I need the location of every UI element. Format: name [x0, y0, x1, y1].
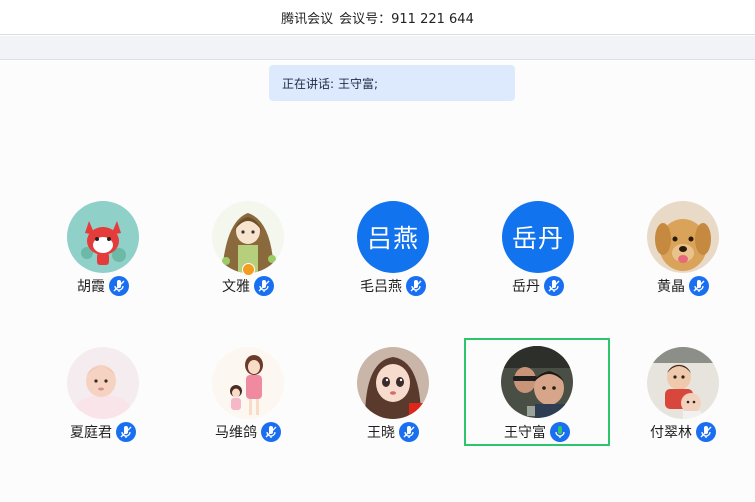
participant-name: 付翠林 [650, 425, 692, 441]
avatar-initials: 吕燕 [357, 201, 429, 273]
participant-tile[interactable]: 夏庭君 [30, 347, 176, 455]
mic-icon[interactable] [406, 276, 426, 296]
speaking-indicator: 正在讲话: 王守富; [269, 65, 515, 101]
participant-name: 文雅 [222, 279, 250, 295]
avatar-baby-photo [67, 347, 139, 419]
mic-icon[interactable] [109, 276, 129, 296]
participant-name: 黄晶 [657, 279, 685, 295]
mic-icon[interactable] [399, 422, 419, 442]
participant-tile[interactable]: 吕燕 毛吕燕 [320, 201, 466, 309]
participant-tile[interactable]: 付翠林 [610, 347, 755, 455]
host-icon [242, 263, 255, 276]
participant-tile[interactable]: 岳丹 岳丹 [465, 201, 611, 309]
participant-name: 王守富 [504, 425, 546, 441]
participant-name: 胡霞 [77, 279, 105, 295]
mic-icon[interactable] [261, 422, 281, 442]
avatar-initials: 岳丹 [502, 201, 574, 273]
app-name: 腾讯会议 [281, 11, 334, 27]
participant-name: 夏庭君 [70, 425, 112, 441]
participant-tile[interactable]: 胡霞 [30, 201, 176, 309]
participant-tile[interactable]: 王晓 [320, 347, 466, 455]
speaking-name: 王守富; [338, 76, 379, 91]
participant-name: 马维鸽 [215, 425, 257, 441]
top-toolbar [0, 36, 755, 60]
mic-icon[interactable] [254, 276, 274, 296]
participant-tile-active[interactable]: 王守富 [464, 338, 610, 446]
participant-name: 王晓 [367, 425, 395, 441]
avatar-children-photo [647, 347, 719, 419]
avatar-dog-photo [647, 201, 719, 273]
avatar-cartoon-fox [67, 201, 139, 273]
mic-icon[interactable] [116, 422, 136, 442]
participant-tile[interactable]: 马维鸽 [175, 347, 321, 455]
avatar-cartoon-mother-daughter [212, 347, 284, 419]
speaking-label: 正在讲话: [282, 76, 335, 91]
mic-icon[interactable] [689, 276, 709, 296]
mic-icon[interactable] [696, 422, 716, 442]
meeting-id[interactable]: 会议号：911 221 644 [339, 8, 474, 27]
avatar-selfie-photo [501, 346, 573, 418]
participant-name: 毛吕燕 [360, 279, 402, 295]
title-bar: 腾讯会议 会议号：911 221 644 [0, 0, 755, 35]
participant-stage: 正在讲话: 王守富; 胡霞 文雅 吕燕 毛吕燕 岳丹 岳丹 黄晶 夏庭君 马维鸽… [0, 61, 755, 502]
participant-name: 岳丹 [512, 279, 540, 295]
participant-tile[interactable]: 黄晶 [610, 201, 755, 309]
participant-tile[interactable]: 文雅 [175, 201, 321, 309]
mic-speaking-icon[interactable] [550, 422, 570, 442]
mic-icon[interactable] [544, 276, 564, 296]
avatar-cartoon-doll [357, 347, 429, 419]
